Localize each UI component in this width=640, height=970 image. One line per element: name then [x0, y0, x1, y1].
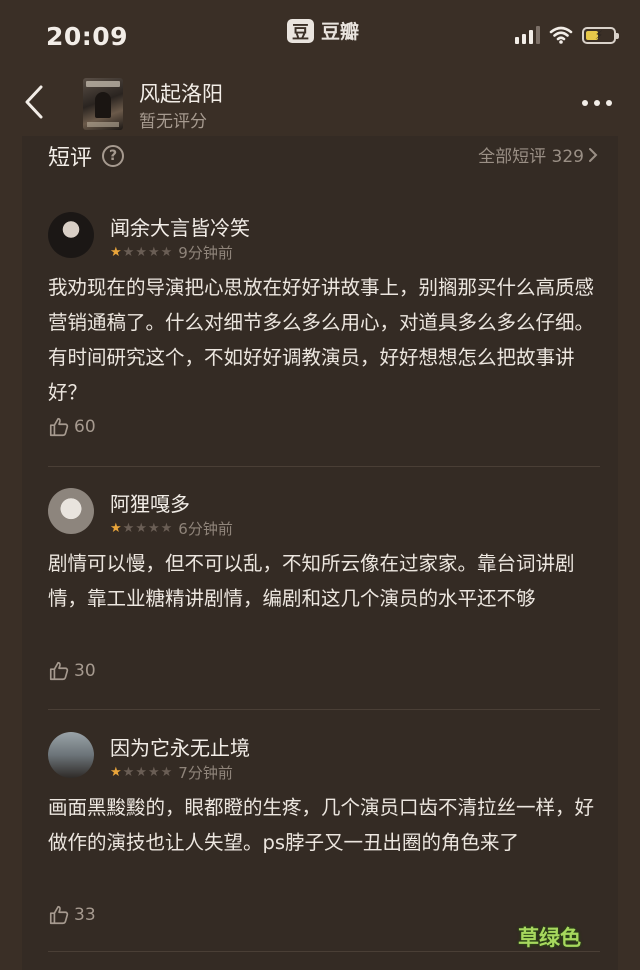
movie-title[interactable]: 风起洛阳	[139, 78, 223, 108]
section-title: 短评	[48, 146, 93, 171]
like-button[interactable]: 30	[48, 660, 96, 682]
avatar[interactable]	[48, 212, 94, 258]
chevron-right-icon	[589, 147, 598, 162]
like-count: 60	[74, 417, 96, 437]
signal-icon	[515, 26, 540, 44]
star-rating: ★ ★ ★ ★ ★	[110, 521, 172, 536]
reviewer-name[interactable]: 闻余大言皆冷笑	[110, 212, 250, 241]
rating-row: ★ ★ ★ ★ ★ 6分钟前	[110, 518, 233, 539]
more-icon[interactable]	[582, 100, 612, 106]
star-icon: ★	[147, 245, 160, 260]
divider	[48, 466, 600, 467]
avatar[interactable]	[48, 732, 94, 778]
review-item: 阿狸嘎多 ★ ★ ★ ★ ★ 6分钟前 剧情可以慢，但不可以乱，不知所云像在过家家。靠台…	[48, 488, 600, 698]
status-icons: ⚡	[515, 26, 619, 44]
star-icon: ★	[135, 245, 147, 260]
status-bar: 20:09 豆 豆瓣 ⚡	[0, 0, 640, 70]
review-text: 画面黑黢黢的，眼都瞪的生疼，几个演员口齿不清拉丝一样，好做作的演技也让人失望。p…	[48, 796, 595, 854]
review-time: 6分钟前	[178, 520, 233, 538]
star-icon: ★	[110, 765, 122, 780]
review-text: 剧情可以慢，但不可以乱，不知所云像在过家家。靠台词讲剧情，靠工业糖精讲剧情，编剧…	[48, 552, 575, 610]
douban-logo-icon: 豆	[287, 18, 314, 43]
star-icon: ★	[160, 245, 173, 260]
review-text: 我劝现在的导演把心思放在好好讲故事上，别搁那买什么高质感营销通稿了。什么对细节多…	[48, 276, 595, 404]
like-count: 30	[74, 661, 96, 681]
battery-icon: ⚡	[582, 26, 619, 44]
movie-rating: 暂无评分	[139, 112, 207, 132]
review-time: 7分钟前	[178, 764, 233, 782]
thumbs-up-icon	[49, 661, 69, 681]
all-reviews-link[interactable]: 全部短评 329	[478, 142, 598, 167]
reviewer-name[interactable]: 阿狸嘎多	[110, 488, 190, 517]
reviewer-name[interactable]: 因为它永无止境	[110, 732, 250, 761]
star-icon: ★	[160, 765, 173, 780]
star-icon: ★	[147, 521, 160, 536]
wifi-icon	[549, 26, 573, 44]
nav-bar: 风起洛阳 暂无评分	[0, 70, 640, 136]
review-item: 因为它永无止境 ★ ★ ★ ★ ★ 7分钟前 画面黑黢黢的，眼都瞪的生疼，几个演员口齿不…	[48, 732, 600, 942]
back-chevron-icon[interactable]	[22, 84, 46, 120]
thumbs-up-icon	[49, 905, 69, 925]
watermark: 草绿色	[518, 926, 581, 950]
app-badge: 豆 豆瓣	[287, 17, 359, 44]
avatar[interactable]	[48, 488, 94, 534]
star-icon: ★	[135, 521, 147, 536]
star-rating: ★ ★ ★ ★ ★	[110, 765, 172, 780]
star-icon: ★	[135, 765, 147, 780]
thumbs-up-icon	[49, 417, 69, 437]
section-header: 短评 ?	[48, 140, 125, 172]
status-time: 20:09	[46, 22, 129, 51]
rating-row: ★ ★ ★ ★ ★ 7分钟前	[110, 762, 233, 783]
help-icon[interactable]: ?	[102, 145, 125, 167]
short-reviews-panel: 短评 ? 全部短评 329 闻余大言皆冷笑 ★ ★ ★ ★ ★ 9分钟前 我劝现在的导演…	[22, 136, 618, 970]
like-count: 33	[74, 905, 96, 925]
all-reviews-label: 全部短评 329	[478, 147, 584, 167]
star-icon: ★	[122, 765, 135, 780]
star-icon: ★	[160, 521, 173, 536]
like-button[interactable]: 33	[48, 904, 96, 926]
app-name: 豆瓣	[321, 21, 360, 43]
divider	[48, 709, 600, 710]
star-icon: ★	[110, 521, 122, 536]
star-icon: ★	[147, 765, 160, 780]
like-button[interactable]: 60	[48, 416, 96, 438]
star-rating: ★ ★ ★ ★ ★	[110, 245, 172, 260]
star-icon: ★	[122, 245, 135, 260]
star-icon: ★	[122, 521, 135, 536]
star-icon: ★	[110, 245, 122, 260]
review-time: 9分钟前	[178, 244, 233, 262]
rating-row: ★ ★ ★ ★ ★ 9分钟前	[110, 242, 233, 263]
movie-poster[interactable]	[83, 78, 123, 130]
review-item: 闻余大言皆冷笑 ★ ★ ★ ★ ★ 9分钟前 我劝现在的导演把心思放在好好讲故事上，别搁…	[48, 212, 600, 452]
